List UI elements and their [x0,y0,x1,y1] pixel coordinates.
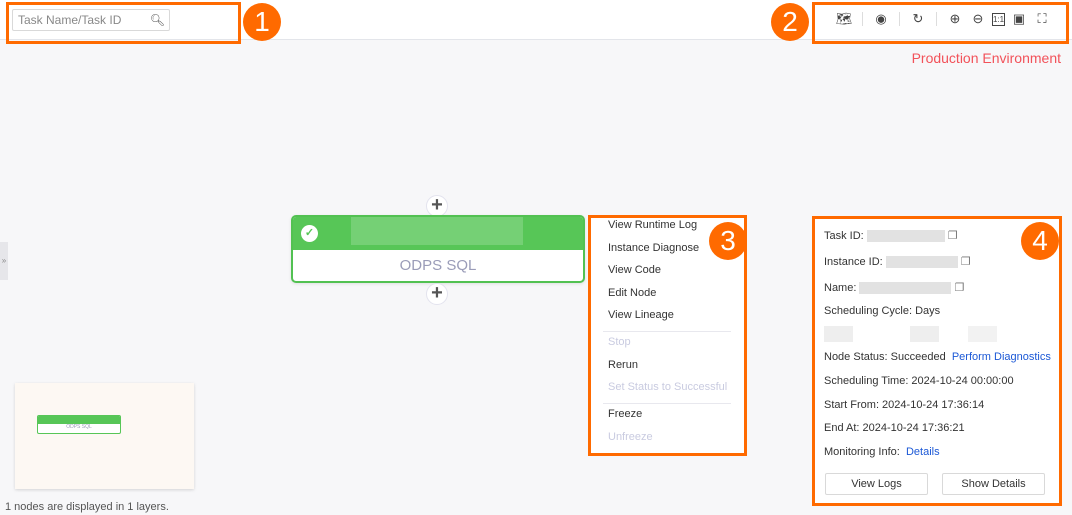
check-icon: ✓ [301,225,318,242]
node-type: ODPS SQL [399,257,477,274]
add-upstream-button[interactable]: + [426,195,448,217]
callout-box-1 [6,2,241,44]
layer-summary: 1 nodes are displayed in 1 layers. [5,501,169,513]
node-header: ✓ [293,217,583,250]
task-node[interactable]: ✓ ODPS SQL [291,215,585,283]
environment-label: Production Environment [911,50,1061,66]
callout-3: 3 [709,222,747,260]
add-downstream-button[interactable]: + [426,283,448,305]
callout-1: 1 [243,3,281,41]
minimap-node-type: ODPS SQL [66,424,92,430]
node-name-redacted [351,217,523,245]
callout-4: 4 [1021,222,1059,260]
minimap-node: ODPS SQL [37,415,121,434]
callout-2: 2 [771,3,809,41]
callout-box-2 [812,2,1069,44]
minimap[interactable]: ODPS SQL [15,383,194,489]
callout-box-4 [812,216,1062,506]
expand-sidebar-handle[interactable]: » [0,242,8,280]
